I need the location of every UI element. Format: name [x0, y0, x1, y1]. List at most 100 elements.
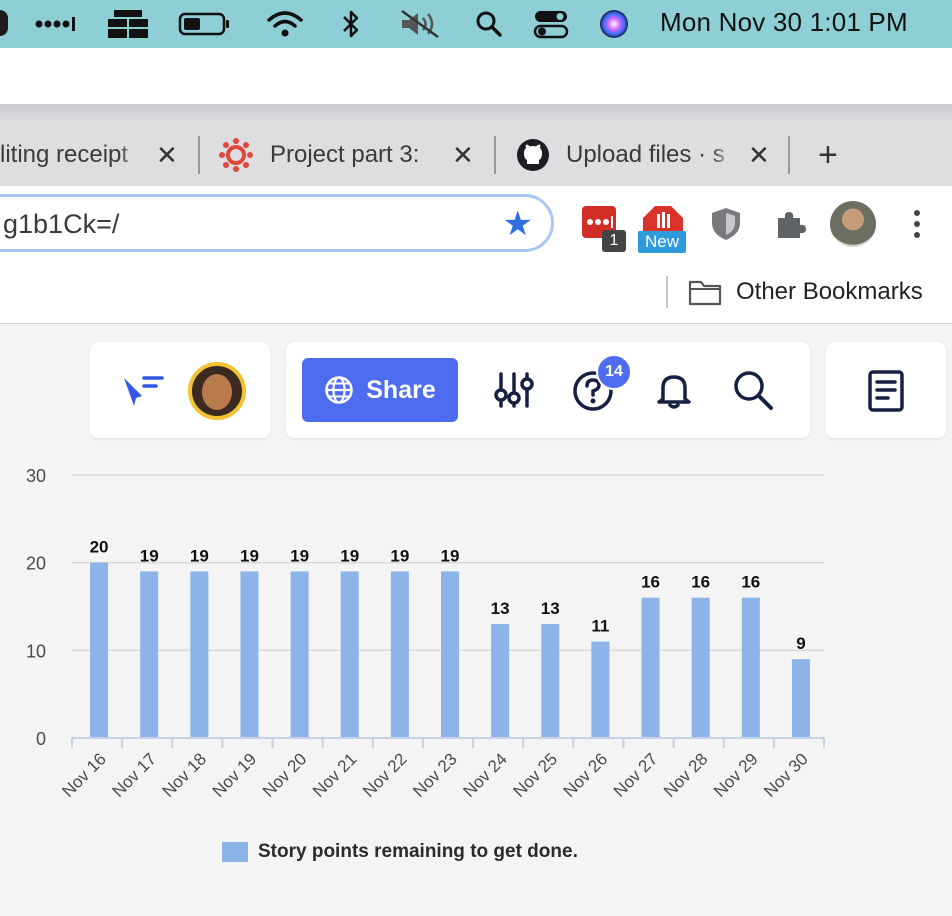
- control-center-icon[interactable]: [532, 8, 570, 40]
- x-tick-label: Nov 19: [209, 749, 261, 801]
- chart-bar[interactable]: [390, 571, 409, 738]
- folder-icon: [688, 278, 722, 306]
- canvas-logo-icon: [218, 137, 254, 173]
- bar-value-label: 16: [641, 573, 660, 592]
- speaker-muted-icon[interactable]: [398, 8, 442, 40]
- other-bookmarks-label: Other Bookmarks: [736, 278, 923, 305]
- chart-bar[interactable]: [641, 597, 660, 738]
- other-bookmarks[interactable]: Other Bookmarks: [688, 278, 923, 306]
- bar-value-label: 13: [541, 599, 560, 618]
- help-notification-badge: 14: [596, 354, 632, 390]
- address-bar[interactable]: g1b1Ck=/ ★: [0, 194, 554, 252]
- lastpass-extension-icon[interactable]: 1: [580, 204, 626, 252]
- chart-bar[interactable]: [691, 597, 710, 738]
- share-label: Share: [366, 375, 436, 404]
- sliders-icon[interactable]: [492, 368, 536, 412]
- x-tick-label: Nov 22: [359, 749, 411, 801]
- y-tick-label: 20: [26, 554, 46, 574]
- bar-value-label: 20: [90, 538, 109, 557]
- x-tick-label: Nov 16: [58, 749, 110, 801]
- x-tick-label: Nov 17: [108, 749, 160, 801]
- chart-bar[interactable]: [340, 571, 359, 738]
- chart-legend[interactable]: Story points remaining to get done.: [222, 841, 578, 863]
- wifi-icon[interactable]: [266, 8, 304, 40]
- adblock-extension-icon[interactable]: New: [638, 204, 688, 254]
- bookmark-star-icon[interactable]: ★: [503, 204, 533, 244]
- window-top-bar: [0, 48, 952, 104]
- bar-value-label: 19: [190, 546, 209, 565]
- bar-value-label: 19: [290, 546, 309, 565]
- tab-receipt[interactable]: liting receipt ✕: [0, 138, 190, 172]
- chart-bar[interactable]: [90, 562, 109, 738]
- x-tick-label: Nov 26: [560, 749, 612, 801]
- github-icon: [516, 138, 550, 172]
- chart-bar[interactable]: [441, 571, 459, 738]
- legend-swatch: [222, 842, 248, 862]
- bar-value-label: 19: [240, 546, 259, 565]
- x-tick-label: Nov 24: [459, 749, 511, 801]
- cursor-filter-icon[interactable]: [118, 368, 166, 412]
- stack-icon[interactable]: [106, 8, 150, 40]
- menubar-left-chip: [0, 10, 8, 36]
- chart-bar[interactable]: [491, 624, 510, 738]
- x-tick-label: Nov 29: [710, 749, 762, 801]
- new-badge: New: [638, 231, 686, 253]
- browser-menu-icon[interactable]: [902, 206, 932, 242]
- chart-bar[interactable]: [541, 624, 560, 738]
- search-icon[interactable]: [474, 8, 504, 40]
- new-tab-button[interactable]: +: [818, 136, 852, 174]
- legend-label: Story points remaining to get done.: [258, 841, 578, 862]
- tab-upload-files[interactable]: Upload files · s ✕: [516, 138, 784, 172]
- x-tick-label: Nov 25: [510, 749, 562, 801]
- tab-title: Upload files · s: [566, 141, 725, 168]
- document-icon[interactable]: [864, 368, 908, 414]
- bar-value-label: 13: [491, 599, 510, 618]
- tab-title: Project part 3:: [270, 141, 420, 168]
- tab-project-part-3[interactable]: Project part 3: ✕: [218, 138, 488, 172]
- chart-y-axis: 0 10 20 30: [26, 466, 46, 749]
- extensions-puzzle-icon[interactable]: [772, 206, 808, 242]
- x-tick-label: Nov 28: [660, 749, 712, 801]
- bar-value-label: 19: [390, 546, 409, 565]
- tab-separator: [198, 136, 200, 174]
- chart-bar[interactable]: [240, 571, 259, 738]
- x-tick-label: Nov 21: [309, 749, 361, 801]
- bell-icon[interactable]: [652, 368, 696, 412]
- shield-extension-icon[interactable]: [708, 206, 744, 242]
- x-tick-label: Nov 18: [159, 749, 211, 801]
- chart-bar[interactable]: [140, 571, 159, 738]
- siri-icon[interactable]: [598, 8, 630, 40]
- battery-icon[interactable]: [178, 8, 232, 40]
- bar-value-label: 16: [691, 573, 710, 592]
- tab-close-icon[interactable]: ✕: [156, 140, 178, 171]
- tab-close-icon[interactable]: ✕: [748, 140, 770, 171]
- chart-x-axis: Nov 16Nov 17Nov 18Nov 19Nov 20Nov 21Nov …: [58, 737, 825, 801]
- bar-value-label: 16: [741, 573, 760, 592]
- menubar-clock[interactable]: Mon Nov 30 1:01 PM: [660, 7, 908, 38]
- bluetooth-icon[interactable]: [338, 8, 364, 40]
- tab-close-icon[interactable]: ✕: [452, 140, 474, 171]
- y-tick-label: 30: [26, 466, 46, 486]
- x-tick-label: Nov 23: [409, 749, 461, 801]
- chart-bar[interactable]: [190, 571, 209, 738]
- chart-bar[interactable]: [591, 641, 610, 738]
- bookmarks-separator: [666, 276, 668, 308]
- bar-value-label: 19: [140, 546, 159, 565]
- tab-title: liting receipt: [0, 141, 129, 168]
- tab-separator: [494, 136, 496, 174]
- share-button[interactable]: Share: [302, 358, 458, 422]
- chart-bar[interactable]: [741, 597, 760, 738]
- bar-value-label: 19: [340, 546, 359, 565]
- bar-value-label: 11: [591, 617, 609, 636]
- chart-bar[interactable]: [290, 571, 309, 738]
- dots-signal-icon[interactable]: [34, 8, 76, 40]
- user-avatar[interactable]: [188, 362, 246, 420]
- address-bar-url[interactable]: g1b1Ck=/: [3, 209, 119, 240]
- tab-separator: [788, 136, 790, 174]
- x-tick-label: Nov 27: [610, 749, 662, 801]
- search-app-icon[interactable]: [730, 368, 776, 412]
- macos-menu-bar: Mon Nov 30 1:01 PM: [0, 0, 952, 48]
- chart-bar[interactable]: [791, 659, 810, 738]
- extension-badge-count: 1: [602, 230, 626, 252]
- profile-avatar[interactable]: [830, 201, 876, 247]
